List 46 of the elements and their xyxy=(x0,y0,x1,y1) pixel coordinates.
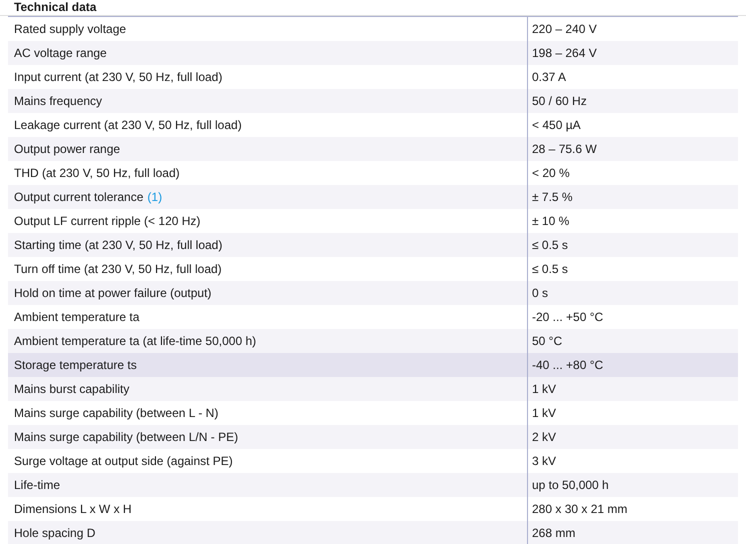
spec-label: Ambient temperature ta xyxy=(14,309,140,326)
spec-value: 0.37 A xyxy=(532,69,566,86)
spec-label: Turn off time (at 230 V, 50 Hz, full load) xyxy=(14,261,222,278)
spec-value: ± 7.5 % xyxy=(532,189,573,206)
spec-label: Hold on time at power failure (output) xyxy=(14,285,212,302)
spec-label: Mains surge capability (between L/N - PE) xyxy=(14,429,238,446)
spec-value: 220 – 240 V xyxy=(532,21,597,38)
spec-value: < 450 µA xyxy=(532,117,581,134)
spec-value: < 20 % xyxy=(532,165,570,182)
spec-label: Output current tolerance xyxy=(14,189,144,206)
spec-value: 280 x 30 x 21 mm xyxy=(532,501,628,518)
spec-label: THD (at 230 V, 50 Hz, full load) xyxy=(14,165,180,182)
spec-label: Surge voltage at output side (against PE) xyxy=(14,453,233,470)
spec-label: Hole spacing D xyxy=(14,525,96,542)
spec-value: 0 s xyxy=(532,285,548,302)
spec-value: 50 °C xyxy=(532,333,562,350)
spec-label: Ambient temperature ta (at life-time 50,000 h) xyxy=(14,333,256,350)
spec-value: ≤ 0.5 s xyxy=(532,261,568,278)
spec-label: Rated supply voltage xyxy=(14,21,126,38)
spec-value: ≤ 0.5 s xyxy=(532,237,568,254)
spec-value: 1 kV xyxy=(532,381,556,398)
spec-label: Dimensions L x W x H xyxy=(14,501,132,518)
spec-label: Starting time (at 230 V, 50 Hz, full load) xyxy=(14,237,222,254)
spec-value: 268 mm xyxy=(532,525,576,542)
spec-value: up to 50,000 h xyxy=(532,477,609,494)
spec-label: Mains surge capability (between L - N) xyxy=(14,405,218,422)
spec-value: 3 kV xyxy=(532,453,556,470)
spec-value: -40 ... +80 °C xyxy=(532,357,604,374)
spec-value: 2 kV xyxy=(532,429,556,446)
spec-label: Output LF current ripple (< 120 Hz) xyxy=(14,213,200,230)
spec-label: Life-time xyxy=(14,477,60,494)
spec-label: Storage temperature ts xyxy=(14,357,137,374)
spec-label: Input current (at 230 V, 50 Hz, full load) xyxy=(14,69,222,86)
spec-label: Output power range xyxy=(14,141,120,158)
spec-value: 50 / 60 Hz xyxy=(532,93,587,110)
footnote-link[interactable]: (1) xyxy=(147,188,162,206)
spec-value: -20 ... +50 °C xyxy=(532,309,604,326)
spec-label: Leakage current (at 230 V, 50 Hz, full load) xyxy=(14,117,242,134)
section-heading: Technical data xyxy=(14,0,96,14)
spec-value: ± 10 % xyxy=(532,213,570,230)
spec-label: Mains burst capability xyxy=(14,381,130,398)
spec-label: AC voltage range xyxy=(14,45,107,62)
spec-label: Mains frequency xyxy=(14,93,102,110)
spec-value: 28 – 75.6 W xyxy=(532,141,597,158)
spec-value: 1 kV xyxy=(532,405,556,422)
spec-value: 198 – 264 V xyxy=(532,45,597,62)
